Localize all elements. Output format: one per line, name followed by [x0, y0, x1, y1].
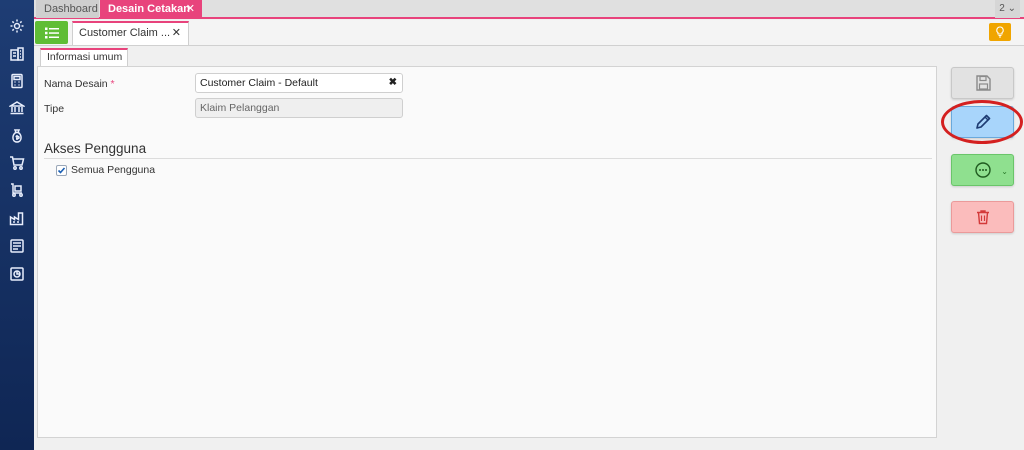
chevron-down-icon: ⌄ — [1001, 167, 1008, 176]
money-bag-icon[interactable] — [8, 127, 26, 145]
tab-desain-cetakan[interactable]: Desain Cetakan ✕ — [100, 0, 202, 18]
tab-informasi-umum[interactable]: Informasi umum — [40, 48, 128, 67]
close-icon[interactable]: ✕ — [186, 0, 195, 18]
tipe-field: Klaim Pelanggan — [195, 98, 403, 118]
clear-icon[interactable]: ✖ — [389, 74, 397, 92]
tab-dashboard[interactable]: Dashboard — [36, 0, 99, 18]
semua-pengguna-row: Semua Pengguna — [56, 163, 155, 177]
list-menu-button[interactable] — [35, 21, 68, 44]
more-actions-button[interactable]: ⌄ — [951, 154, 1014, 186]
delivery-cart-icon[interactable] — [8, 181, 26, 199]
akses-pengguna-title: Akses Pengguna — [44, 141, 147, 156]
form-panel: Nama Desain * Customer Claim - Default ✖… — [37, 66, 937, 438]
tab-count-dropdown[interactable]: 2 ⌄ — [995, 0, 1020, 18]
cart-icon[interactable] — [8, 154, 26, 172]
document-tab-bar: Customer Claim ... ✕ — [34, 20, 1024, 46]
floppy-disk-icon — [975, 75, 991, 91]
required-mark: * — [110, 78, 115, 90]
checkmark-icon — [57, 166, 66, 174]
lightbulb-icon — [996, 26, 1004, 38]
left-sidebar — [0, 0, 34, 450]
pencil-icon — [975, 114, 990, 129]
chart-icon[interactable] — [8, 265, 26, 283]
trash-icon — [976, 210, 989, 225]
tab-customer-claim-label: Customer Claim ... — [79, 27, 171, 39]
list-icon — [44, 27, 59, 38]
tab-dashboard-label: Dashboard — [44, 3, 98, 15]
top-tab-bar: Dashboard Desain Cetakan ✕ 2 ⌄ — [34, 0, 1024, 19]
save-button[interactable] — [951, 67, 1014, 99]
factory-icon[interactable] — [8, 209, 26, 227]
nama-desain-value: Customer Claim - Default — [200, 77, 318, 89]
section-divider — [44, 158, 932, 159]
nama-desain-label-text: Nama Desain — [44, 78, 108, 90]
building-icon[interactable] — [8, 45, 26, 63]
calculator-icon[interactable] — [8, 72, 26, 90]
semua-pengguna-label: Semua Pengguna — [71, 164, 156, 176]
tipe-label: Tipe — [44, 103, 65, 115]
close-icon[interactable]: ✕ — [172, 23, 181, 44]
tipe-value: Klaim Pelanggan — [200, 102, 280, 114]
nama-desain-input[interactable]: Customer Claim - Default ✖ — [195, 73, 403, 93]
chevron-down-icon: ⌄ — [1007, 3, 1016, 14]
report-icon[interactable] — [8, 237, 26, 255]
tab-customer-claim[interactable]: Customer Claim ... ✕ — [72, 21, 189, 45]
more-options-icon — [974, 162, 991, 178]
edit-button[interactable] — [951, 106, 1014, 138]
delete-button[interactable] — [951, 201, 1014, 233]
nama-desain-label: Nama Desain * — [44, 78, 115, 90]
tab-count: 2 — [999, 3, 1005, 14]
gear-icon[interactable] — [8, 17, 26, 35]
bank-icon[interactable] — [8, 99, 26, 117]
tab-desain-cetakan-label: Desain Cetakan — [108, 3, 190, 15]
tips-button[interactable] — [989, 23, 1011, 41]
semua-pengguna-checkbox[interactable] — [56, 164, 67, 176]
tab-informasi-umum-label: Informasi umum — [47, 51, 123, 63]
